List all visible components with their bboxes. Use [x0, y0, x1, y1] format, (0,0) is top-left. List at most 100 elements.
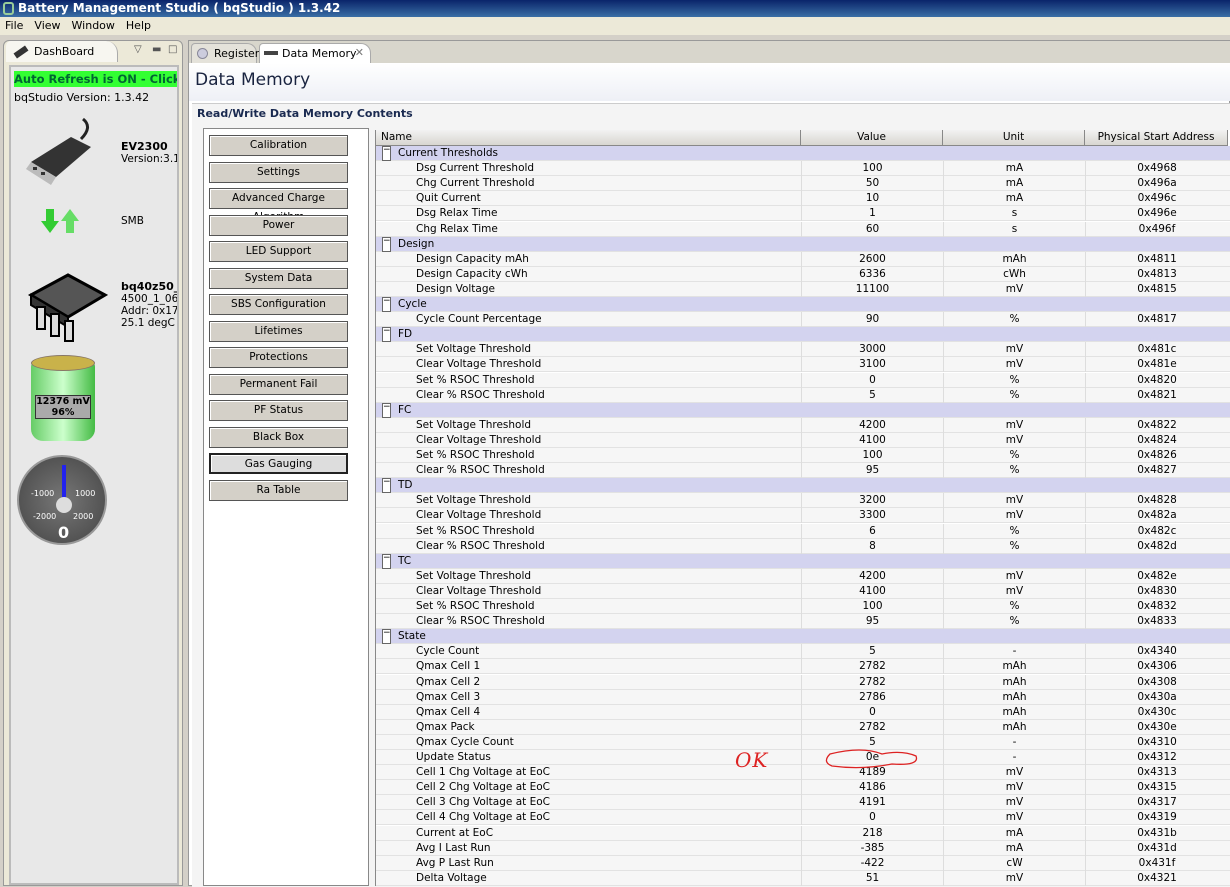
cell-value[interactable]: 5 — [801, 644, 943, 660]
group-row[interactable]: − State — [376, 629, 1230, 645]
cell-value[interactable]: 100 — [801, 599, 943, 614]
table-row[interactable]: Design Voltage 11100 mV 0x4815 — [376, 281, 1230, 297]
cell-value[interactable]: 95 — [801, 463, 943, 479]
collapse-icon[interactable]: − — [382, 629, 391, 645]
tab-data-memory[interactable]: Data Memory ✕ — [259, 43, 371, 63]
table-row[interactable]: Dsg Relax Time 1 s 0x496e — [376, 206, 1230, 222]
cell-value[interactable]: 95 — [801, 614, 943, 630]
table-row[interactable]: Qmax Cell 3 2786 mAh 0x430a — [376, 689, 1230, 705]
view-menu-icon[interactable]: ▽ — [134, 44, 142, 55]
category-button[interactable]: Settings — [209, 161, 348, 183]
menu-window[interactable]: Window — [72, 19, 115, 32]
table-row[interactable]: Set Voltage Threshold 4200 mV 0x4822 — [376, 417, 1230, 433]
category-button[interactable]: Lifetimes — [209, 320, 348, 342]
group-row[interactable]: − Cycle — [376, 297, 1230, 313]
table-row[interactable]: Qmax Cell 4 0 mAh 0x430c — [376, 704, 1230, 720]
auto-refresh-toggle[interactable]: Auto Refresh is ON - Click to Tu — [14, 71, 177, 87]
table-row[interactable]: Design Capacity mAh 2600 mAh 0x4811 — [376, 251, 1230, 267]
table-row[interactable]: Chg Relax Time 60 s 0x496f — [376, 221, 1230, 237]
table-row[interactable]: Cycle Count Percentage 90% 0x4817 — [376, 312, 1230, 328]
category-button[interactable]: Power — [209, 214, 348, 236]
table-row[interactable]: Qmax Pack 2782 mAh 0x430e — [376, 719, 1230, 735]
group-row[interactable]: − FD — [376, 327, 1230, 343]
cell-value[interactable]: 51 — [801, 870, 943, 886]
table-row[interactable]: Clear Voltage Threshold 3100 mV 0x481e — [376, 357, 1230, 373]
menu-file[interactable]: File — [5, 19, 23, 32]
cell-value[interactable]: 2782 — [801, 719, 943, 735]
collapse-icon[interactable]: − — [382, 478, 391, 494]
collapse-icon[interactable]: − — [382, 297, 391, 312]
table-row[interactable]: Qmax Cycle Count 5-0x4310 — [376, 734, 1230, 750]
table-row[interactable]: Cell 2 Chg Voltage at EoC 4186 mV 0x4315 — [376, 780, 1230, 796]
category-button[interactable]: System Data — [209, 267, 348, 289]
cell-value[interactable]: 3300 — [801, 508, 943, 524]
table-row[interactable]: Chg Current Threshold 50 mA 0x496a — [376, 176, 1230, 192]
group-row[interactable]: − TC — [376, 553, 1230, 569]
column-header-unit[interactable]: Unit — [943, 130, 1085, 146]
cell-value[interactable]: 0 — [801, 810, 943, 826]
dashboard-tab[interactable]: DashBoard — [6, 41, 118, 62]
cell-value[interactable]: 2782 — [801, 659, 943, 675]
cell-value[interactable]: 0 — [801, 704, 943, 720]
table-row[interactable]: Cell 1 Chg Voltage at EoC 4189 mV 0x4313 — [376, 765, 1230, 781]
table-row[interactable]: Cell 3 Chg Voltage at EoC 4191 mV 0x4317 — [376, 795, 1230, 811]
table-row[interactable]: Set % RSOC Threshold 6% 0x482c — [376, 523, 1230, 539]
cell-value[interactable]: 6336 — [801, 266, 943, 282]
cell-value[interactable]: 3000 — [801, 342, 943, 358]
cell-value[interactable]: 90 — [801, 312, 943, 328]
table-row[interactable]: Delta Voltage 51 mV 0x4321 — [376, 870, 1230, 886]
group-row[interactable]: − FC — [376, 402, 1230, 418]
table-row[interactable]: Avg I Last Run -385 mA 0x431d — [376, 840, 1230, 856]
table-row[interactable]: Set Voltage Threshold 3000 mV 0x481c — [376, 342, 1230, 358]
collapse-icon[interactable]: − — [382, 327, 391, 343]
maximize-icon[interactable]: □ — [168, 44, 177, 55]
close-tab-icon[interactable]: ✕ — [355, 46, 364, 59]
cell-value[interactable]: 10 — [801, 191, 943, 207]
category-button[interactable]: Black Box — [209, 426, 348, 448]
table-row[interactable]: Quit Current 10 mA 0x496c — [376, 191, 1230, 207]
cell-value[interactable]: 218 — [801, 825, 943, 841]
minimize-icon[interactable]: ▬ — [152, 44, 161, 55]
cell-value[interactable]: 2786 — [801, 689, 943, 705]
column-header-address[interactable]: Physical Start Address — [1085, 130, 1228, 146]
menu-help[interactable]: Help — [126, 19, 151, 32]
table-row[interactable]: Set % RSOC Threshold 100% 0x4826 — [376, 448, 1230, 464]
collapse-icon[interactable]: − — [382, 553, 391, 569]
table-row[interactable]: Clear Voltage Threshold 4100 mV 0x4830 — [376, 583, 1230, 599]
cell-value[interactable]: 6 — [801, 523, 943, 539]
group-row[interactable]: − Design — [376, 236, 1230, 252]
cell-value[interactable]: 4200 — [801, 568, 943, 584]
table-row[interactable]: Set % RSOC Threshold 100% 0x4832 — [376, 599, 1230, 615]
cell-value[interactable]: 2782 — [801, 674, 943, 690]
table-row[interactable]: Clear % RSOC Threshold 5% 0x4821 — [376, 387, 1230, 403]
table-row[interactable]: Cell 4 Chg Voltage at EoC 0 mV 0x4319 — [376, 810, 1230, 826]
cell-value[interactable]: 100 — [801, 161, 943, 177]
cell-value[interactable]: 4100 — [801, 583, 943, 599]
table-row[interactable]: Clear % RSOC Threshold 95% 0x4833 — [376, 614, 1230, 630]
group-row[interactable]: − TD — [376, 478, 1230, 494]
table-row[interactable]: Clear Voltage Threshold 4100 mV 0x4824 — [376, 432, 1230, 448]
category-button[interactable]: SBS Configuration — [209, 294, 348, 315]
group-row[interactable]: − Current Thresholds — [376, 146, 1230, 162]
collapse-icon[interactable]: − — [382, 146, 391, 161]
cell-value[interactable]: 1 — [801, 206, 943, 222]
table-row[interactable]: Set Voltage Threshold 3200 mV 0x4828 — [376, 493, 1230, 509]
table-row[interactable]: Set Voltage Threshold 4200 mV 0x482e — [376, 568, 1230, 584]
category-button[interactable]: LED Support — [209, 241, 348, 262]
collapse-icon[interactable]: − — [382, 402, 391, 418]
table-row[interactable]: Cycle Count 5-0x4340 — [376, 644, 1230, 660]
table-row[interactable]: Current at EoC 218 mA 0x431b — [376, 825, 1230, 841]
cell-value[interactable]: 4100 — [801, 432, 943, 448]
cell-value[interactable]: 4191 — [801, 795, 943, 811]
cell-value[interactable]: 4200 — [801, 417, 943, 433]
table-row[interactable]: Qmax Cell 2 2782 mAh 0x4308 — [376, 674, 1230, 690]
table-row[interactable]: Set % RSOC Threshold 0% 0x4820 — [376, 372, 1230, 388]
cell-value[interactable]: 60 — [801, 221, 943, 237]
cell-value[interactable]: 5 — [801, 387, 943, 403]
table-row[interactable]: Dsg Current Threshold 100 mA 0x4968 — [376, 161, 1230, 177]
cell-value[interactable]: 50 — [801, 176, 943, 192]
table-row[interactable]: Design Capacity cWh 6336 cWh 0x4813 — [376, 266, 1230, 282]
cell-value[interactable]: -385 — [801, 840, 943, 856]
collapse-icon[interactable]: − — [382, 236, 391, 252]
category-button[interactable]: Calibration — [209, 135, 348, 156]
